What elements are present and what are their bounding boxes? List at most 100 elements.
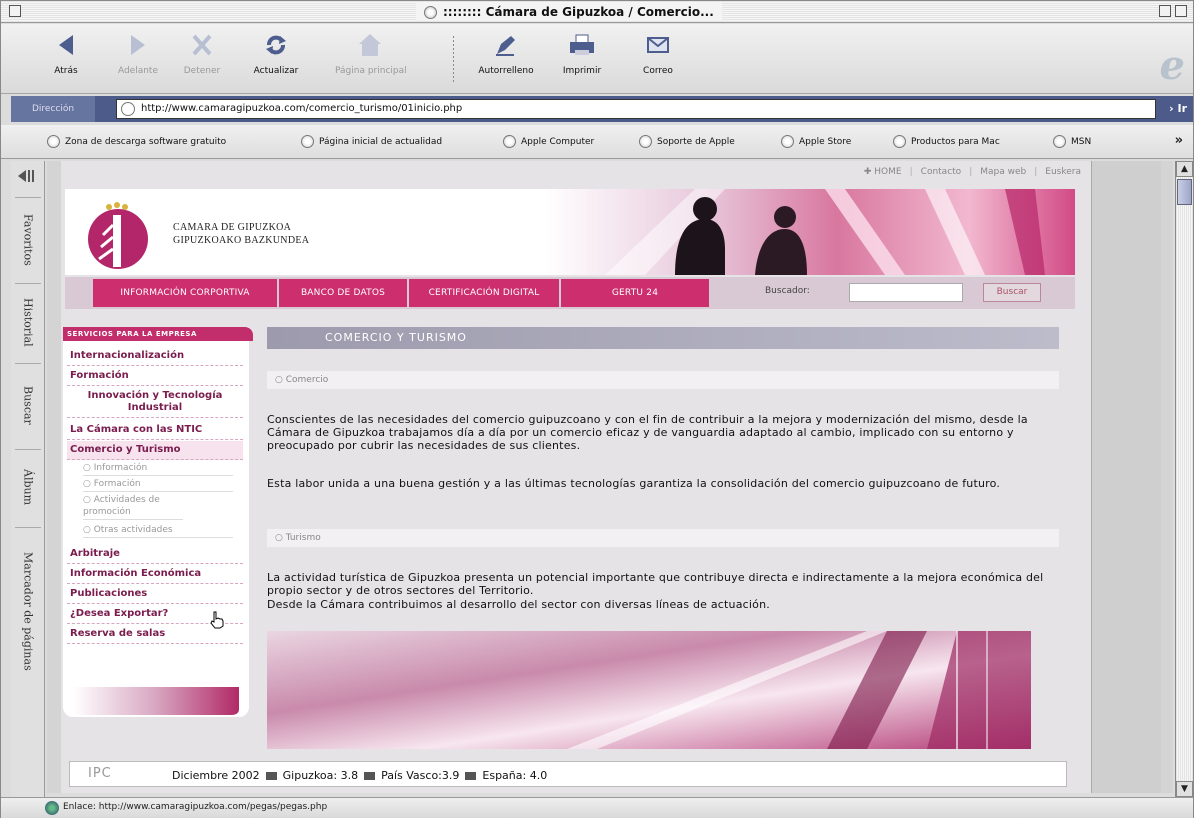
mail-button[interactable]: Correo [623,32,693,76]
stop-x-icon [192,34,212,56]
address-label: Dirección [11,96,95,122]
nav-banco-de-datos[interactable]: BANCO DE DATOS [279,279,407,307]
autofill-button[interactable]: Autorrelleno [471,32,541,76]
tab-historial[interactable]: Historial [15,283,41,361]
home-button[interactable]: Página principal [335,32,407,76]
top-links: ✚ HOME | Contacto | Mapa web | Euskera [864,167,1081,177]
submenu-label: Otras actividades [93,525,173,535]
forward-label: Adelante [117,66,159,76]
favorite-link[interactable]: MSN [1053,135,1091,148]
ipc-espana: España: 4.0 [482,769,548,782]
tab-buscar[interactable]: Buscar [15,363,41,447]
scroll-up-arrow-icon[interactable]: ▲ [1176,161,1193,177]
address-url: http://www.camaragipuzkoa.com/comercio_t… [141,103,463,114]
submenu-formacion[interactable]: ○ Formación [83,477,233,492]
ipc-date: Diciembre 2002 [172,769,260,782]
menu-item-internacionalizacion[interactable]: Internacionalización [67,347,243,366]
favorite-link[interactable]: Productos para Mac [893,135,1000,148]
search-button[interactable]: Buscar [983,283,1041,302]
nav-informacion-corporativa[interactable]: INFORMACIÓN CORPORTIVA [93,279,277,307]
vertical-scrollbar[interactable]: ▲ ▼ [1175,161,1193,797]
site-banner: CAMARA DE GIPUZKOA GIPUZKOAKO BAZKUNDEA [65,189,1075,275]
menu-header: SERVICIOS PARA LA EMPRESA [63,327,253,341]
globe-icon [47,135,60,148]
globe-icon [893,135,906,148]
refresh-button[interactable]: Actualizar [241,32,311,76]
scroll-down-arrow-icon[interactable]: ▼ [1176,781,1193,797]
forward-arrow-icon [131,35,145,55]
contacto-link[interactable]: Contacto [921,167,962,177]
back-arrow-icon [59,35,73,55]
divider: | [969,167,973,177]
favorite-link[interactable]: Soporte de Apple [639,135,735,148]
ipc-bar: IPC Diciembre 2002 Gipuzkoa: 3.8 País Va… [69,761,1067,787]
globe-status-icon [45,801,59,815]
divider: | [1034,167,1038,177]
favorites-bar: Zona de descarga software gratuito Págin… [1,125,1193,159]
menu-item-innovacion[interactable]: Innovación y Tecnología Industrial [67,387,243,418]
tab-marcador-de-paginas[interactable]: Marcador de páginas [15,527,41,695]
nav-gertu-24[interactable]: GERTU 24 [561,279,709,307]
globe-icon [639,135,652,148]
browser-window: :::::::: Cámara de Gipuzkoa / Comercio..… [0,0,1194,818]
back-button[interactable]: Atrás [31,32,101,76]
mapa-web-link[interactable]: Mapa web [980,167,1026,177]
submenu-informacion[interactable]: ○ Información [83,461,233,476]
search-input[interactable] [849,283,963,302]
toolbar-separator [453,36,454,82]
explorer-sidebar-tabs: Favoritos Historial Buscar Álbum Marcado… [11,161,45,797]
title-bar[interactable]: :::::::: Cámara de Gipuzkoa / Comercio..… [1,1,1193,23]
sidebar-toggle-icon[interactable] [15,165,37,187]
go-button[interactable]: › Ir [1169,96,1187,122]
address-input[interactable]: http://www.camaragipuzkoa.com/comercio_t… [116,99,1156,119]
window-title: :::::::: Cámara de Gipuzkoa / Comercio..… [443,5,714,19]
euskera-link[interactable]: Euskera [1045,167,1081,177]
page-globe-icon [121,102,135,116]
stop-button[interactable]: Detener [167,32,237,76]
favorite-label: Soporte de Apple [657,136,735,147]
favorite-link[interactable]: Zona de descarga software gratuito [47,135,226,148]
globe-icon [301,135,314,148]
scroll-thumb[interactable] [1177,179,1192,205]
favorite-link[interactable]: Página inicial de actualidad [301,135,442,148]
submenu-otras[interactable]: ○ Otras actividades [83,523,233,538]
globe-icon [781,135,794,148]
menu-item-informacion-economica[interactable]: Información Económica [67,565,243,584]
favorite-label: Página inicial de actualidad [319,136,443,147]
printer-icon [570,34,594,55]
close-box-icon[interactable] [9,5,21,17]
favorite-link[interactable]: Apple Computer [503,135,594,148]
submenu-actividades[interactable]: ○ Actividades de promoción [83,493,183,520]
collapse-box-icon[interactable] [1175,5,1187,17]
status-text: Enlace: http://www.camaragipuzkoa.com/pe… [63,802,328,812]
logo-line-2: GIPUZKOAKO BAZKUNDEA [173,235,310,246]
back-label: Atrás [54,66,78,76]
home-icon [359,34,381,56]
paragraph-turismo-2: Desde la Cámara contribuimos al desarrol… [267,598,770,611]
forward-button[interactable]: Adelante [103,32,173,76]
favorites-overflow-button[interactable]: » [1175,133,1183,148]
print-button[interactable]: Imprimir [547,32,617,76]
nav-certificacion-digital[interactable]: CERTIFICACIÓN DIGITAL [409,279,559,307]
menu-item-comercio-turismo[interactable]: Comercio y Turismo [67,441,243,460]
tab-favoritos[interactable]: Favoritos [15,197,41,281]
home-label: Página principal [335,66,407,76]
home-link[interactable]: ✚ HOME [864,167,902,177]
menu-item-formacion[interactable]: Formación [67,367,243,386]
favorite-link[interactable]: Apple Store [781,135,851,148]
menu-item-reserva-salas[interactable]: Reserva de salas [67,625,243,644]
menu-item-ntic[interactable]: La Cámara con las NTIC [67,421,243,440]
camara-logo-icon[interactable] [83,195,153,271]
zoom-box-icon[interactable] [1159,5,1171,17]
stop-label: Detener [183,66,221,76]
ipc-values: Diciembre 2002 Gipuzkoa: 3.8 País Vasco:… [172,769,547,782]
submenu-label: Actividades de promoción [83,495,160,517]
section-title: COMERCIO Y TURISMO [267,327,1059,349]
mail-label: Correo [643,66,673,76]
paragraph-comercio-2: Esta labor unida a una buena gestión y a… [267,477,1001,490]
tab-album[interactable]: Álbum [15,449,41,525]
menu-item-publicaciones[interactable]: Publicaciones [67,585,243,604]
mail-envelope-icon [647,37,669,53]
globe-icon [503,135,516,148]
menu-item-arbitraje[interactable]: Arbitraje [67,545,243,564]
